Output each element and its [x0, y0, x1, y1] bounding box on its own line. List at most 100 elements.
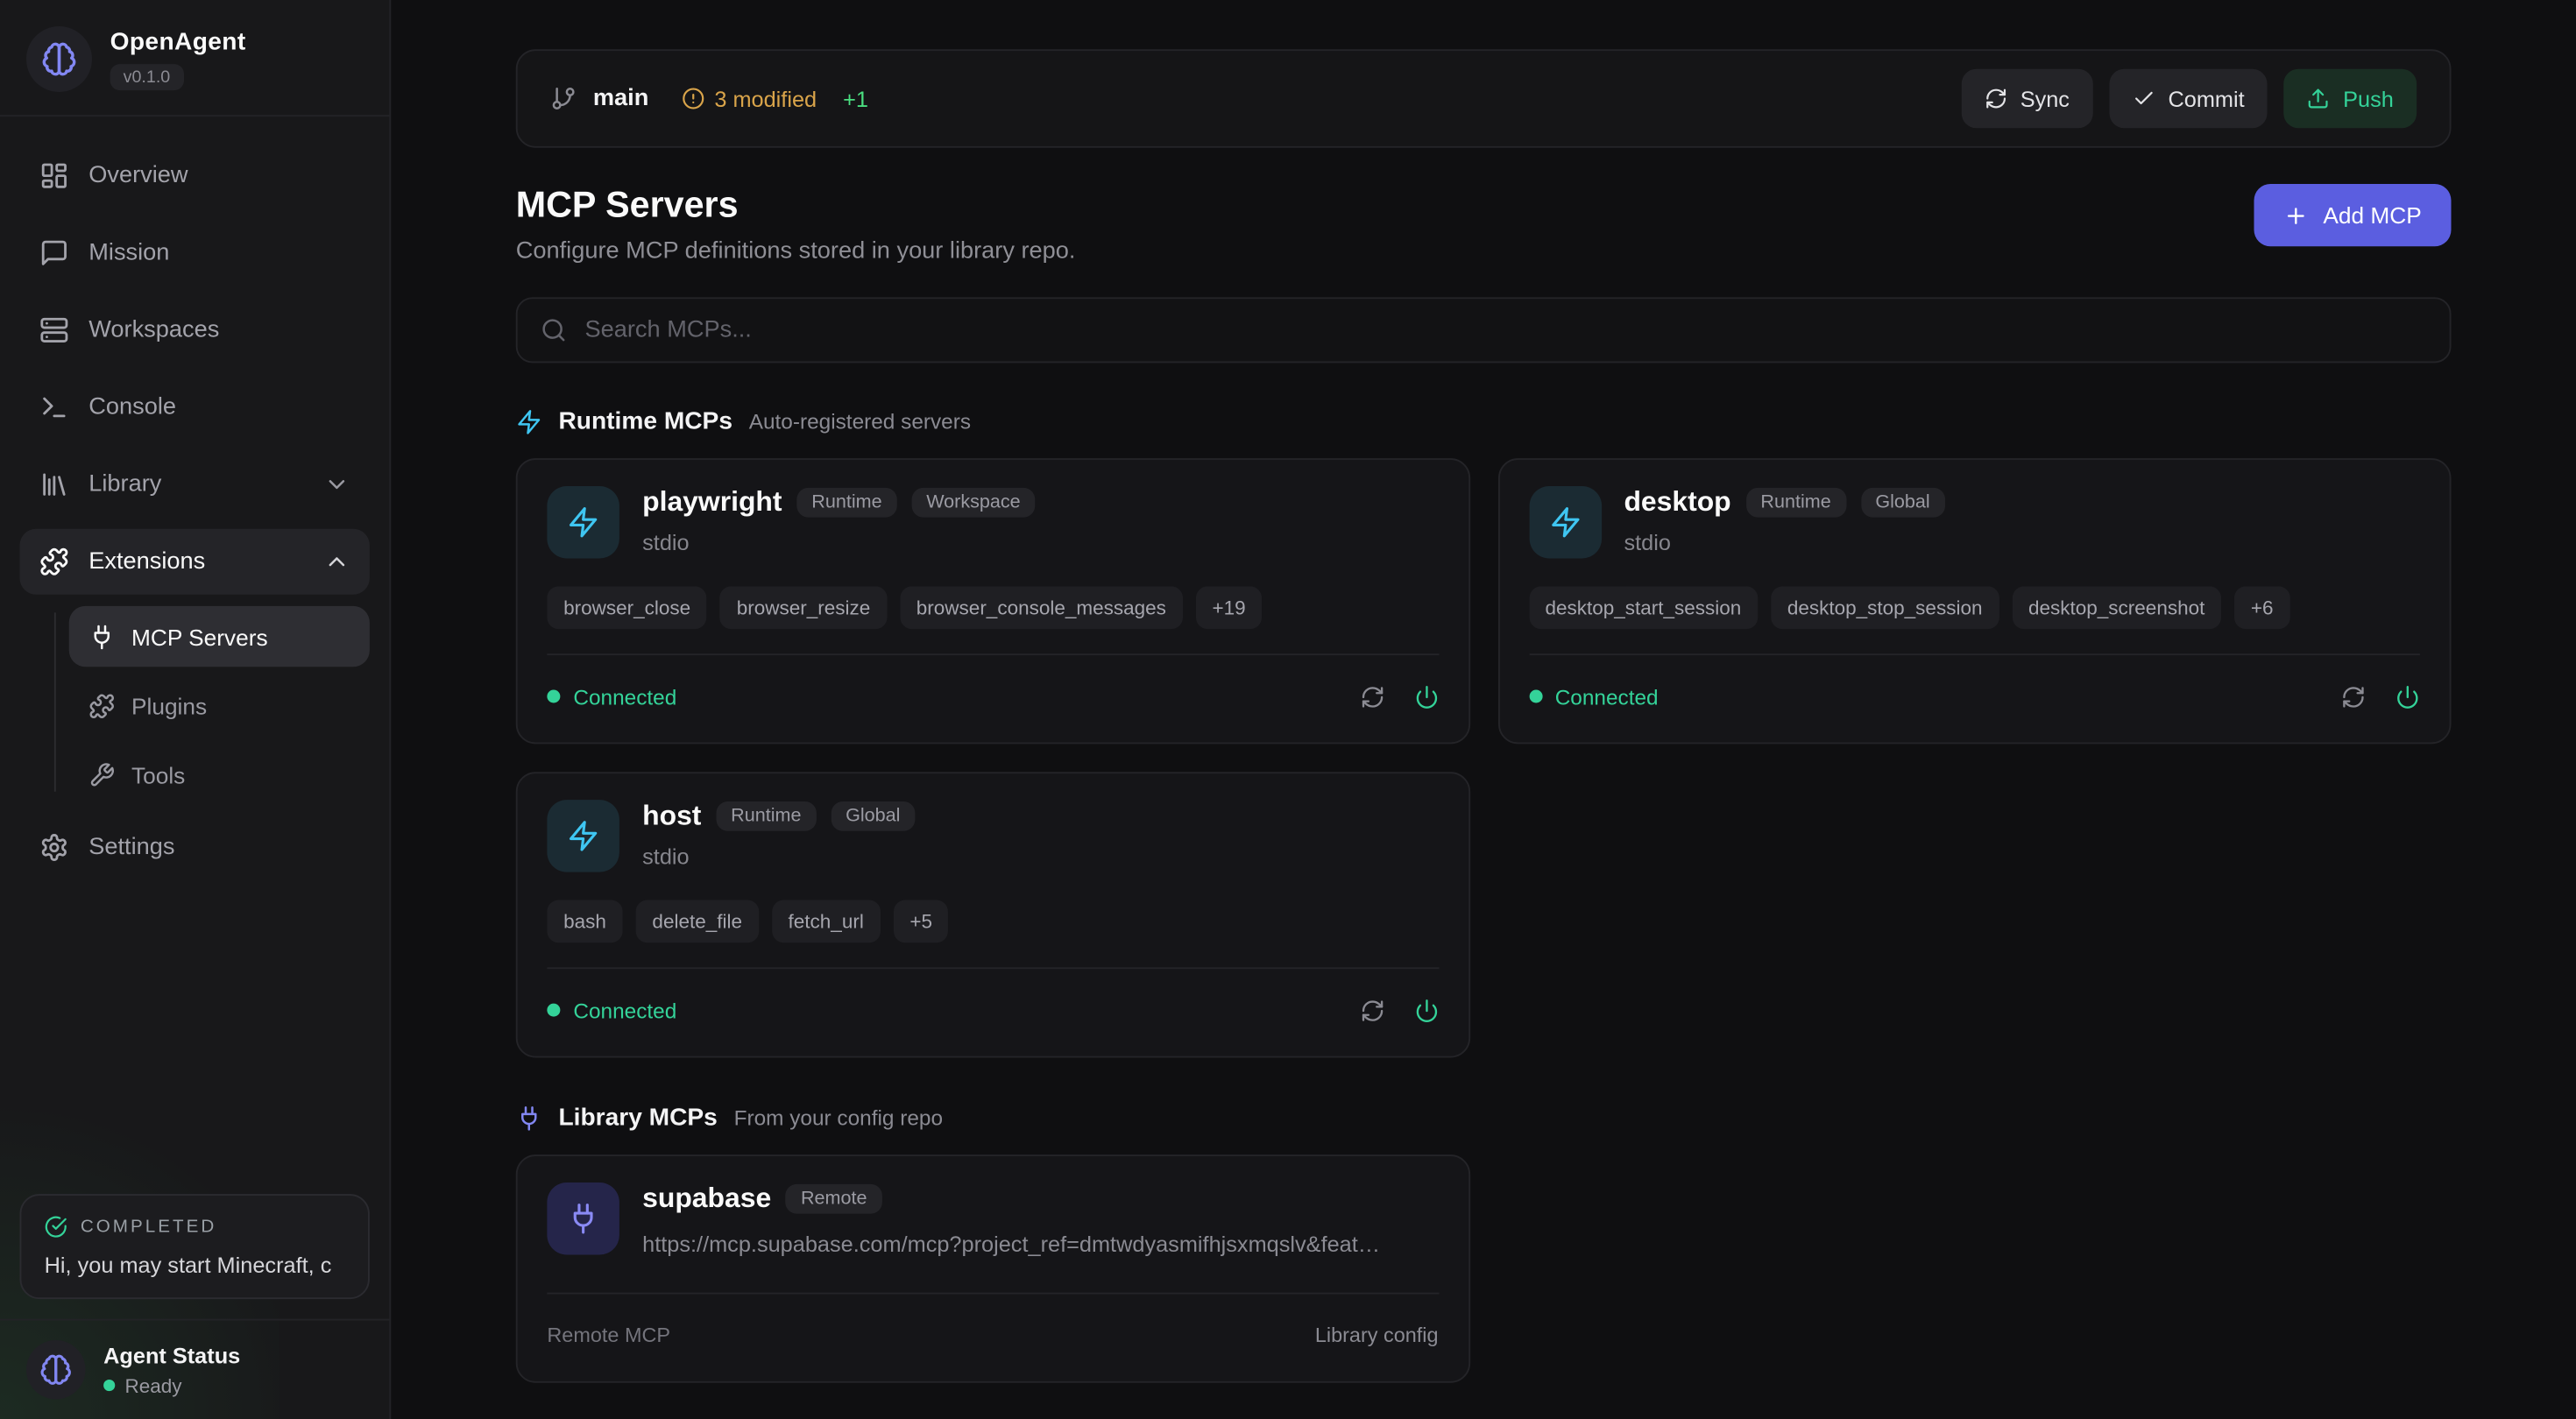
mcp-status: Connected [573, 684, 676, 709]
add-mcp-label: Add MCP [2323, 202, 2421, 229]
mcp-status: Connected [1555, 684, 1659, 709]
page-title: MCP Servers [516, 184, 1076, 227]
section-subtitle: Auto-registered servers [749, 409, 971, 434]
task-status-message: Hi, you may start Minecraft, c [45, 1253, 345, 1278]
sidebar-item-extensions[interactable]: Extensions [20, 529, 370, 595]
mcp-transport: stdio [1624, 531, 1944, 555]
wrench-icon [88, 761, 115, 787]
zap-icon [547, 800, 619, 872]
commit-button[interactable]: Commit [2109, 69, 2268, 129]
power-icon[interactable] [1413, 684, 1438, 709]
modified-indicator: 3 modified [682, 86, 817, 110]
version-badge: v0.1.0 [110, 64, 184, 90]
mcp-card-playwright: playwright Runtime Workspace stdio brows… [516, 458, 1469, 744]
search-bar [516, 297, 2452, 363]
sidebar-item-library[interactable]: Library [20, 452, 370, 518]
tool-pill: desktop_stop_session [1771, 586, 1999, 629]
sidebar-item-workspaces[interactable]: Workspaces [20, 297, 370, 363]
mcp-footer-type: Remote MCP [547, 1324, 670, 1346]
tool-pill: browser_close [547, 586, 707, 629]
upload-icon [2307, 87, 2330, 109]
mcp-badge: Workspace [911, 488, 1035, 518]
plus-icon [2283, 203, 2308, 228]
search-input[interactable] [585, 317, 2427, 343]
sidebar-bottom: COMPLETED Hi, you may start Minecraft, c [0, 1175, 389, 1319]
server-icon [39, 315, 69, 345]
mcp-name: host [642, 800, 701, 833]
library-icon [39, 469, 69, 499]
sidebar-item-console[interactable]: Console [20, 375, 370, 441]
mcp-card-supabase: supabase Remote https://mcp.supabase.com… [516, 1154, 1469, 1383]
tool-pill: browser_console_messages [900, 586, 1183, 629]
app-logo [26, 26, 92, 92]
tool-pill: desktop_screenshot [2012, 586, 2221, 629]
mcp-footer-source: Library config [1315, 1324, 1439, 1346]
mcp-badge: Runtime [716, 801, 816, 831]
sidebar-item-label: Library [88, 471, 161, 498]
mcp-badge: Remote [786, 1184, 881, 1214]
check-icon [2132, 87, 2155, 109]
task-status-card[interactable]: COMPLETED Hi, you may start Minecraft, c [20, 1194, 370, 1299]
sidebar-item-label: Mission [88, 240, 169, 266]
mcp-transport: stdio [642, 531, 1035, 555]
sidebar-item-mission[interactable]: Mission [20, 220, 370, 286]
mcp-status: Connected [573, 998, 676, 1022]
mcp-name: supabase [642, 1182, 771, 1216]
mcp-badge: Runtime [796, 488, 896, 518]
sidebar-nav: Overview Mission Workspaces Console Libr… [0, 116, 389, 892]
chevron-down-icon [323, 471, 350, 498]
zap-icon [516, 408, 542, 434]
sidebar-item-plugins[interactable]: Plugins [69, 675, 370, 736]
tool-pill: desktop_start_session [1529, 586, 1758, 629]
commit-label: Commit [2168, 86, 2244, 110]
mcp-card-host: host Runtime Global stdio bash delete_fi… [516, 772, 1469, 1057]
add-mcp-button[interactable]: Add MCP [2254, 184, 2452, 246]
power-icon[interactable] [1413, 998, 1438, 1022]
status-dot [547, 690, 560, 703]
mcp-badge: Global [831, 801, 915, 831]
modified-count: 3 modified [714, 86, 817, 110]
page-header: MCP Servers Configure MCP definitions st… [516, 184, 2452, 265]
terminal-icon [39, 392, 69, 422]
mcp-name: desktop [1624, 486, 1730, 519]
git-status-bar: main 3 modified +1 Sync Commit [516, 49, 2452, 148]
git-branch-icon [550, 86, 577, 112]
runtime-mcp-grid: playwright Runtime Workspace stdio brows… [516, 458, 2452, 1057]
sidebar-item-settings[interactable]: Settings [20, 815, 370, 880]
mcp-card-desktop: desktop Runtime Global stdio desktop_sta… [1497, 458, 2451, 744]
sync-button[interactable]: Sync [1961, 69, 2092, 129]
refresh-icon[interactable] [1360, 998, 1384, 1022]
status-dot [103, 1380, 115, 1391]
tool-pill: fetch_url [772, 900, 881, 943]
status-dot [547, 1004, 560, 1017]
message-icon [39, 238, 69, 268]
tool-pill-more: +5 [894, 900, 949, 943]
status-dot [1529, 690, 1542, 703]
plug-icon [547, 1182, 619, 1255]
sidebar-item-label: Tools [131, 761, 185, 787]
mcp-transport: stdio [642, 844, 915, 869]
page-subtitle: Configure MCP definitions stored in your… [516, 238, 1076, 265]
sidebar-item-label: Overview [88, 163, 188, 189]
tool-pill: delete_file [636, 900, 759, 943]
mcp-name: playwright [642, 486, 782, 519]
sidebar-item-label: Workspaces [88, 317, 219, 343]
power-icon[interactable] [2396, 684, 2420, 709]
agent-status-footer: Agent Status Ready [0, 1319, 389, 1419]
sidebar-item-tools[interactable]: Tools [69, 744, 370, 804]
sidebar-item-overview[interactable]: Overview [20, 143, 370, 208]
dashboard-icon [39, 161, 69, 191]
refresh-icon[interactable] [1360, 684, 1384, 709]
refresh-icon [1984, 87, 2006, 109]
sidebar-item-label: MCP Servers [131, 624, 268, 650]
sidebar-item-label: Extensions [88, 548, 205, 575]
push-button[interactable]: Push [2284, 69, 2417, 129]
tool-pill-more: +6 [2234, 586, 2289, 629]
refresh-icon[interactable] [2341, 684, 2366, 709]
chevron-up-icon [323, 548, 350, 575]
sidebar-item-mcp-servers[interactable]: MCP Servers [69, 606, 370, 667]
push-label: Push [2343, 86, 2394, 110]
library-section-header: Library MCPs From your config repo [516, 1104, 2452, 1132]
sync-label: Sync [2020, 86, 2070, 110]
sidebar: OpenAgent v0.1.0 Overview Mission Worksp… [0, 0, 391, 1419]
